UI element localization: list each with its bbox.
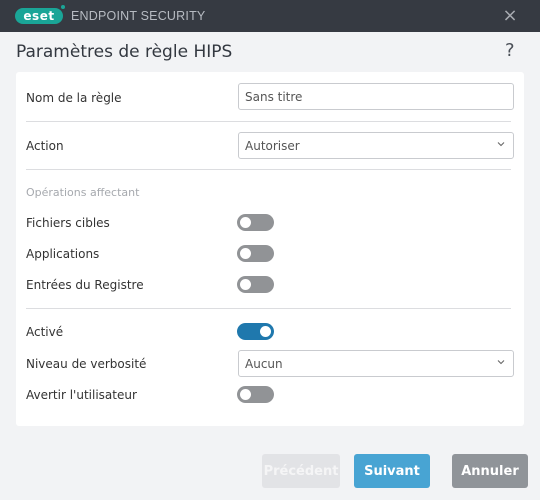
close-icon[interactable]: × — [500, 6, 520, 26]
enabled-label: Activé — [26, 325, 64, 339]
toggle-knob — [260, 326, 271, 337]
registry-entries-toggle[interactable] — [237, 276, 274, 293]
rule-name-label: Nom de la règle — [26, 91, 122, 105]
verbosity-select[interactable]: Aucun — [238, 350, 514, 377]
divider — [26, 169, 511, 170]
help-icon[interactable]: ? — [505, 40, 515, 61]
target-files-toggle[interactable] — [237, 214, 274, 231]
eset-logo: eset — [15, 8, 63, 24]
registry-entries-label: Entrées du Registre — [26, 278, 144, 292]
app-title: ENDPOINT SECURITY — [71, 9, 206, 23]
action-select-value: Autoriser — [245, 139, 300, 153]
verbosity-select-value: Aucun — [245, 357, 283, 371]
applications-toggle[interactable] — [237, 245, 274, 262]
cancel-button[interactable]: Annuler — [452, 454, 528, 488]
toggle-knob — [240, 248, 251, 259]
action-label: Action — [26, 139, 64, 153]
logo-dot — [61, 5, 65, 9]
chevron-down-icon — [497, 142, 505, 147]
toggle-knob — [240, 389, 251, 400]
toggle-knob — [240, 279, 251, 290]
previous-button[interactable]: Précédent — [262, 454, 340, 488]
section-label: Opérations affectant — [26, 186, 140, 199]
target-files-label: Fichiers cibles — [26, 216, 110, 230]
divider — [26, 121, 511, 122]
applications-label: Applications — [26, 247, 100, 261]
logo-text: eset — [23, 9, 55, 23]
rule-name-input[interactable]: Sans titre — [238, 83, 514, 110]
notify-user-toggle[interactable] — [237, 386, 274, 403]
notify-user-label: Avertir l'utilisateur — [26, 388, 137, 402]
enabled-toggle[interactable] — [237, 323, 274, 340]
chevron-down-icon — [497, 360, 505, 365]
title-bar: eset ENDPOINT SECURITY × — [0, 0, 540, 32]
action-select[interactable]: Autoriser — [238, 132, 514, 159]
next-button[interactable]: Suivant — [354, 454, 430, 488]
divider — [26, 308, 511, 309]
page-title: Paramètres de règle HIPS — [16, 42, 233, 62]
rule-settings-panel: Nom de la règle Sans titre Action Autori… — [16, 72, 524, 426]
verbosity-label: Niveau de verbosité — [26, 357, 147, 371]
toggle-knob — [240, 217, 251, 228]
